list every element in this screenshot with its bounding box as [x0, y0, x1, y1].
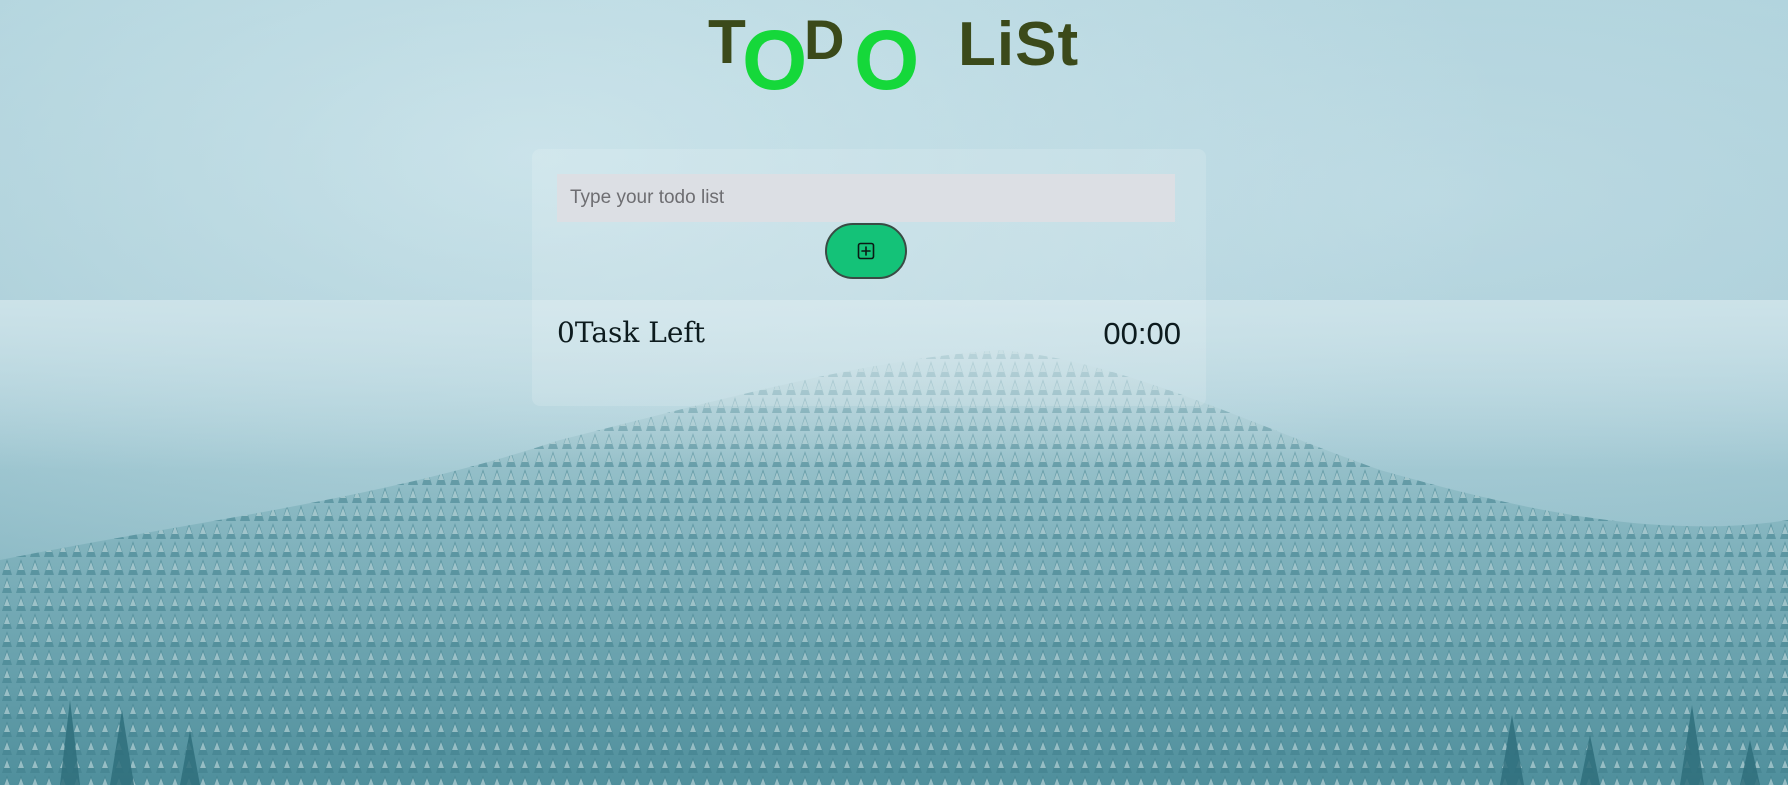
title-letter-o: O [742, 13, 808, 107]
tasks-left-count: 0Task Left [557, 316, 706, 349]
page-title: T O D O LiSt [0, 8, 1788, 103]
todo-input[interactable] [557, 174, 1175, 222]
timer-display: 00:00 [1103, 316, 1181, 351]
todo-card: 0Task Left 00:00 [532, 149, 1206, 406]
title-letter-t: T [708, 8, 746, 77]
title-letter-o-2: O [854, 13, 920, 107]
add-todo-button[interactable] [825, 223, 907, 279]
plus-square-icon [857, 242, 875, 260]
title-word-list: LiSt [958, 10, 1080, 79]
title-letter-d: D [804, 8, 845, 71]
